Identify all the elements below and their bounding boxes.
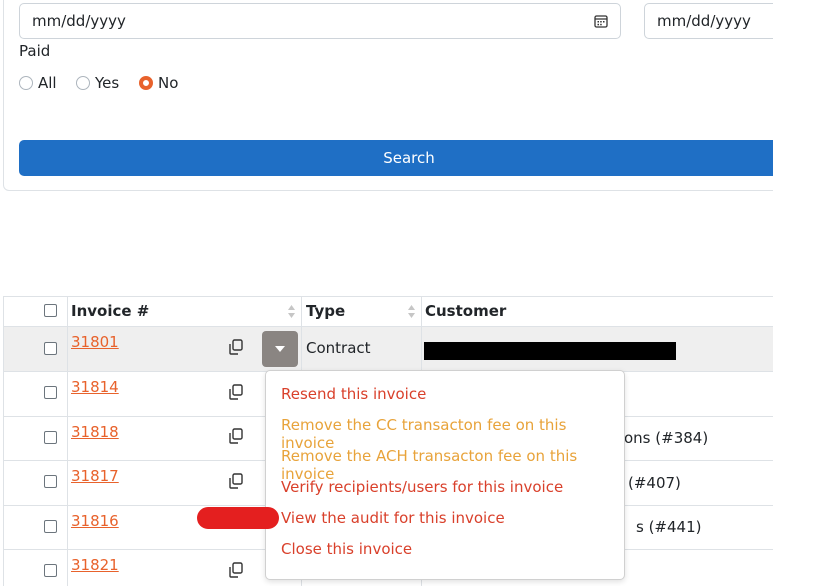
row-customer: s (#441) (636, 518, 702, 536)
invoice-link[interactable]: 31818 (71, 423, 119, 441)
invoice-link[interactable]: 31814 (71, 378, 119, 396)
invoice-link[interactable]: 31821 (71, 556, 119, 574)
copy-icon[interactable] (227, 338, 245, 356)
radio-yes-label: Yes (95, 74, 120, 92)
date-from-input[interactable]: mm/dd/yyyy (19, 3, 621, 39)
row-customer: (#407) (628, 474, 681, 492)
paid-radio-all[interactable]: All (19, 73, 57, 93)
copy-icon[interactable] (227, 427, 245, 445)
sort-invoice-icon[interactable] (288, 305, 295, 318)
menu-item-verify-recipients[interactable]: Verify recipients/users for this invoice (281, 478, 563, 496)
row-checkbox[interactable] (44, 475, 57, 488)
caret-down-icon (275, 346, 285, 352)
col-header-invoice[interactable]: Invoice # (71, 302, 149, 320)
radio-yes[interactable] (76, 76, 90, 90)
row-checkbox[interactable] (44, 342, 57, 355)
menu-item-close-invoice[interactable]: Close this invoice (281, 540, 412, 558)
date-to-placeholder: mm/dd/yyyy (657, 12, 751, 30)
row-checkbox[interactable] (44, 431, 57, 444)
annotation-marker (197, 507, 279, 529)
invoice-link[interactable]: 31817 (71, 467, 119, 485)
radio-no-label: No (158, 74, 179, 92)
redaction-bar (424, 342, 676, 360)
radio-all-label: All (38, 74, 57, 92)
invoice-link[interactable]: 31816 (71, 512, 119, 530)
copy-icon[interactable] (227, 472, 245, 490)
radio-all[interactable] (19, 76, 33, 90)
row-actions-menu: Resend this invoice Remove the CC transa… (265, 370, 625, 580)
col-header-type[interactable]: Type (306, 302, 345, 320)
sort-type-icon[interactable] (408, 305, 415, 318)
copy-icon[interactable] (227, 561, 245, 579)
menu-item-view-audit[interactable]: View the audit for this invoice (281, 509, 505, 527)
paid-label: Paid (19, 42, 51, 60)
date-from-placeholder: mm/dd/yyyy (32, 12, 126, 30)
row-checkbox[interactable] (44, 386, 57, 399)
copy-icon[interactable] (227, 383, 245, 401)
row-actions-dropdown-button[interactable] (262, 331, 298, 367)
search-button[interactable]: Search (19, 140, 799, 176)
row-checkbox[interactable] (44, 520, 57, 533)
invoice-link[interactable]: 31801 (71, 333, 119, 351)
col-header-customer[interactable]: Customer (425, 302, 506, 320)
row-checkbox[interactable] (44, 564, 57, 577)
select-all-checkbox[interactable] (44, 304, 57, 317)
menu-item-resend[interactable]: Resend this invoice (281, 385, 426, 403)
paid-radio-no[interactable]: No (139, 73, 178, 93)
radio-no[interactable] (139, 76, 153, 90)
crop-edge (773, 0, 818, 570)
row-customer: ons (#384) (624, 429, 709, 447)
row-type: Contract (306, 339, 371, 357)
paid-radio-yes[interactable]: Yes (76, 73, 119, 93)
calendar-icon[interactable] (594, 14, 608, 28)
